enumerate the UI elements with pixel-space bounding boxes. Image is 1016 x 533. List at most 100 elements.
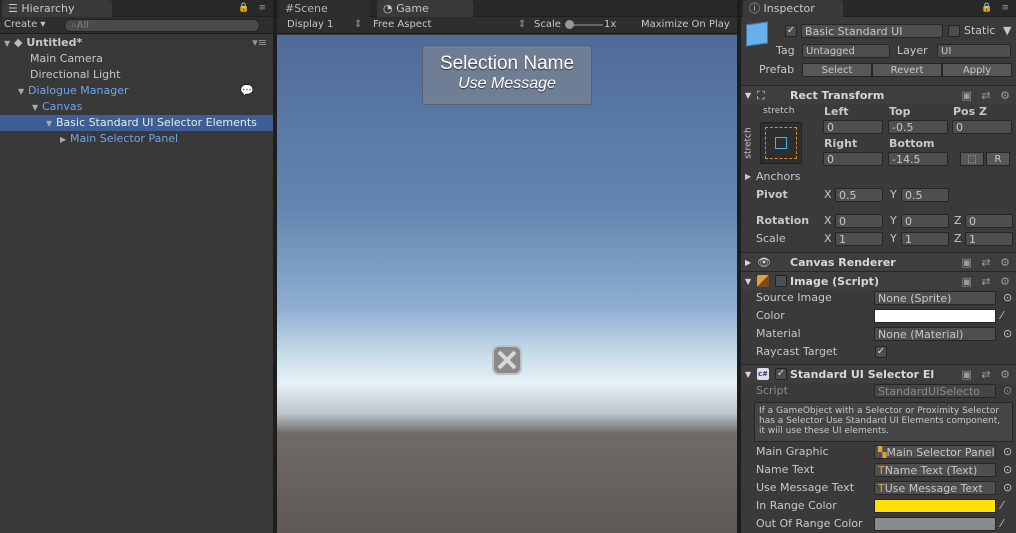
offset-row-1: 0 -0.5 0	[741, 118, 1016, 136]
game-panel: #Scene ◔ Game Display 1 ⇕ Free Aspect ⇕ …	[277, 0, 737, 533]
component-settings-icons[interactable]: ▣ ⇄ ⚙	[962, 253, 1013, 272]
right-field[interactable]: 0	[823, 152, 883, 166]
hierarchy-search-input[interactable]: ⌕All	[64, 19, 260, 32]
right-label: Right	[824, 137, 858, 150]
active-checkbox[interactable]: ✓	[785, 25, 797, 37]
dropdown-arrows-icon: ⇕	[518, 19, 527, 30]
raw-edit-button[interactable]: R	[986, 152, 1010, 166]
bottom-field[interactable]: -14.5	[888, 152, 948, 166]
color-field[interactable]	[874, 309, 996, 323]
aspect-dropdown[interactable]: Free Aspect	[373, 18, 431, 32]
hierarchy-item-canvas[interactable]: ▼ Canvas	[0, 99, 273, 115]
tag-dropdown[interactable]: Untagged	[802, 44, 890, 58]
tab-lock-menu-icons[interactable]: 🔒 ≡	[981, 3, 1012, 13]
top-label: Top	[889, 105, 911, 118]
material-row: Material None (Material) ⊙	[756, 325, 1013, 343]
rotation-z-field[interactable]: 0	[965, 214, 1013, 228]
layer-dropdown[interactable]: UI	[937, 44, 1011, 58]
inspector-panel: ⓘ Inspector 🔒 ≡ ✓ Basic Standard UI Stat…	[741, 0, 1016, 533]
hierarchy-item-dialogue-manager[interactable]: ▼ Dialogue Manager 💬	[0, 83, 273, 99]
eyedropper-icon[interactable]: ⁄	[1001, 515, 1003, 533]
eyedropper-icon[interactable]: ⁄	[1001, 307, 1003, 325]
tab-inspector[interactable]: ⓘ Inspector	[743, 0, 843, 17]
scale-x-field[interactable]: 1	[835, 232, 883, 246]
out-range-color-field[interactable]	[874, 517, 996, 531]
object-picker-icon[interactable]: ⊙	[1003, 289, 1012, 307]
main-graphic-field[interactable]: ▚Main Selector Panel	[874, 445, 996, 459]
source-image-row: Source Image None (Sprite) ⊙	[756, 289, 1013, 307]
top-field[interactable]: -0.5	[888, 120, 948, 134]
hierarchy-item-main-camera[interactable]: Main Camera	[0, 51, 273, 67]
tab-game[interactable]: ◔ Game	[377, 0, 473, 17]
rotation-y-field[interactable]: 0	[901, 214, 949, 228]
selector-enabled-checkbox[interactable]: ✓	[775, 368, 787, 380]
text-component-icon: T	[878, 464, 885, 477]
static-dropdown-icon[interactable]: ▼	[1003, 22, 1011, 40]
image-enabled-checkbox[interactable]	[775, 275, 787, 287]
object-name-field[interactable]: Basic Standard UI	[801, 24, 943, 38]
tab-scene[interactable]: #Scene	[279, 0, 369, 17]
expand-triangle-icon[interactable]: ▼	[46, 116, 56, 132]
anchor-icon	[775, 137, 787, 149]
pivot-x-field[interactable]: 0.5	[835, 188, 883, 202]
hierarchy-item-directional-light[interactable]: Directional Light	[0, 67, 273, 83]
hierarchy-item-main-selector-panel[interactable]: ▶ Main Selector Panel	[0, 131, 273, 147]
tag-label: Tag	[776, 44, 795, 57]
script-field: StandardUISelecto	[874, 384, 996, 398]
prefab-label: Prefab	[759, 63, 795, 76]
hierarchy-item-basic-standard-ui[interactable]: ▼ Basic Standard UI Selector Elements	[0, 115, 273, 131]
script-icon: c#	[757, 368, 769, 380]
posz-field[interactable]: 0	[952, 120, 1012, 134]
expand-triangle-icon[interactable]: ▼	[18, 84, 28, 100]
anchors-row[interactable]: ▶ Anchors	[741, 168, 1016, 186]
eyedropper-icon[interactable]: ⁄	[1001, 497, 1003, 515]
object-picker-icon[interactable]: ⊙	[1003, 479, 1012, 497]
prefab-apply-button[interactable]: Apply	[942, 63, 1012, 77]
object-picker-icon[interactable]: ⊙	[1003, 443, 1012, 461]
use-message-field[interactable]: TUse Message Text	[874, 481, 996, 495]
source-image-field[interactable]: None (Sprite)	[874, 291, 996, 305]
blueprint-mode-button[interactable]: ⬚	[960, 152, 984, 166]
scale-z-field[interactable]: 1	[965, 232, 1013, 246]
raycast-checkbox[interactable]: ✓	[875, 346, 887, 358]
display-dropdown[interactable]: Display 1	[287, 18, 333, 32]
prefab-select-button[interactable]: Select	[802, 63, 872, 77]
hierarchy-list-icon: ☰	[8, 2, 22, 15]
foldout-triangle-icon[interactable]: ▶	[745, 168, 751, 186]
in-range-color-field[interactable]	[874, 499, 996, 513]
game-toolbar: Display 1 ⇕ Free Aspect ⇕ Scale 1x Maxim…	[277, 17, 737, 34]
expand-triangle-icon[interactable]: ▼	[4, 36, 14, 52]
hierarchy-panel: ☰ Hierarchy 🔒 ≡ Create ▾ ⌕All ▼ ◆ Untitle…	[0, 0, 273, 533]
dropdown-arrows-icon: ⇕	[354, 19, 363, 30]
tab-lock-menu-icons[interactable]: 🔒 ≡	[238, 3, 269, 13]
selector-elements-header[interactable]: ▼ c# ✓ Standard UI Selector El ▣ ⇄ ⚙	[741, 364, 1016, 383]
image-component-icon	[757, 275, 769, 287]
left-field[interactable]: 0	[823, 120, 883, 134]
name-text-field[interactable]: TName Text (Text)	[874, 463, 996, 477]
scene-row[interactable]: ▼ ◆ Untitled* ▾≡	[0, 35, 273, 51]
static-checkbox[interactable]	[948, 25, 960, 37]
create-dropdown[interactable]: Create ▾	[4, 18, 45, 32]
foldout-triangle-icon[interactable]: ▼	[745, 86, 751, 105]
scene-menu-icon[interactable]: ▾≡	[252, 35, 267, 51]
component-settings-icons[interactable]: ▣ ⇄ ⚙	[962, 86, 1013, 105]
expand-triangle-icon[interactable]: ▼	[32, 100, 42, 116]
scale-y-field[interactable]: 1	[901, 232, 949, 246]
prefab-revert-button[interactable]: Revert	[872, 63, 942, 77]
material-field[interactable]: None (Material)	[874, 327, 996, 341]
help-box: If a GameObject with a Selector or Proxi…	[754, 402, 1013, 442]
pivot-y-field[interactable]: 0.5	[901, 188, 949, 202]
rect-transform-header[interactable]: ▼ ⛶ Rect Transform ▣ ⇄ ⚙	[741, 85, 1016, 104]
object-picker-icon[interactable]: ⊙	[1003, 325, 1012, 343]
maximize-on-play-toggle[interactable]: Maximize On Play	[641, 18, 730, 32]
rotation-x-field[interactable]: 0	[835, 214, 883, 228]
scale-row: Scale X 1 Y 1 Z 1	[741, 230, 1016, 248]
foldout-triangle-icon[interactable]: ▶	[745, 253, 751, 272]
game-viewport[interactable]: Selection Name Use Message	[277, 35, 737, 533]
image-script-header[interactable]: ▼ Image (Script) ▣ ⇄ ⚙	[741, 271, 1016, 290]
canvas-renderer-header[interactable]: ▶ 👁 Canvas Renderer ▣ ⇄ ⚙	[741, 252, 1016, 271]
collapse-triangle-icon[interactable]: ▶	[60, 132, 70, 148]
object-picker-icon[interactable]: ⊙	[1003, 461, 1012, 479]
scale-slider-thumb[interactable]	[565, 20, 574, 29]
tab-hierarchy[interactable]: ☰ Hierarchy	[2, 0, 112, 17]
